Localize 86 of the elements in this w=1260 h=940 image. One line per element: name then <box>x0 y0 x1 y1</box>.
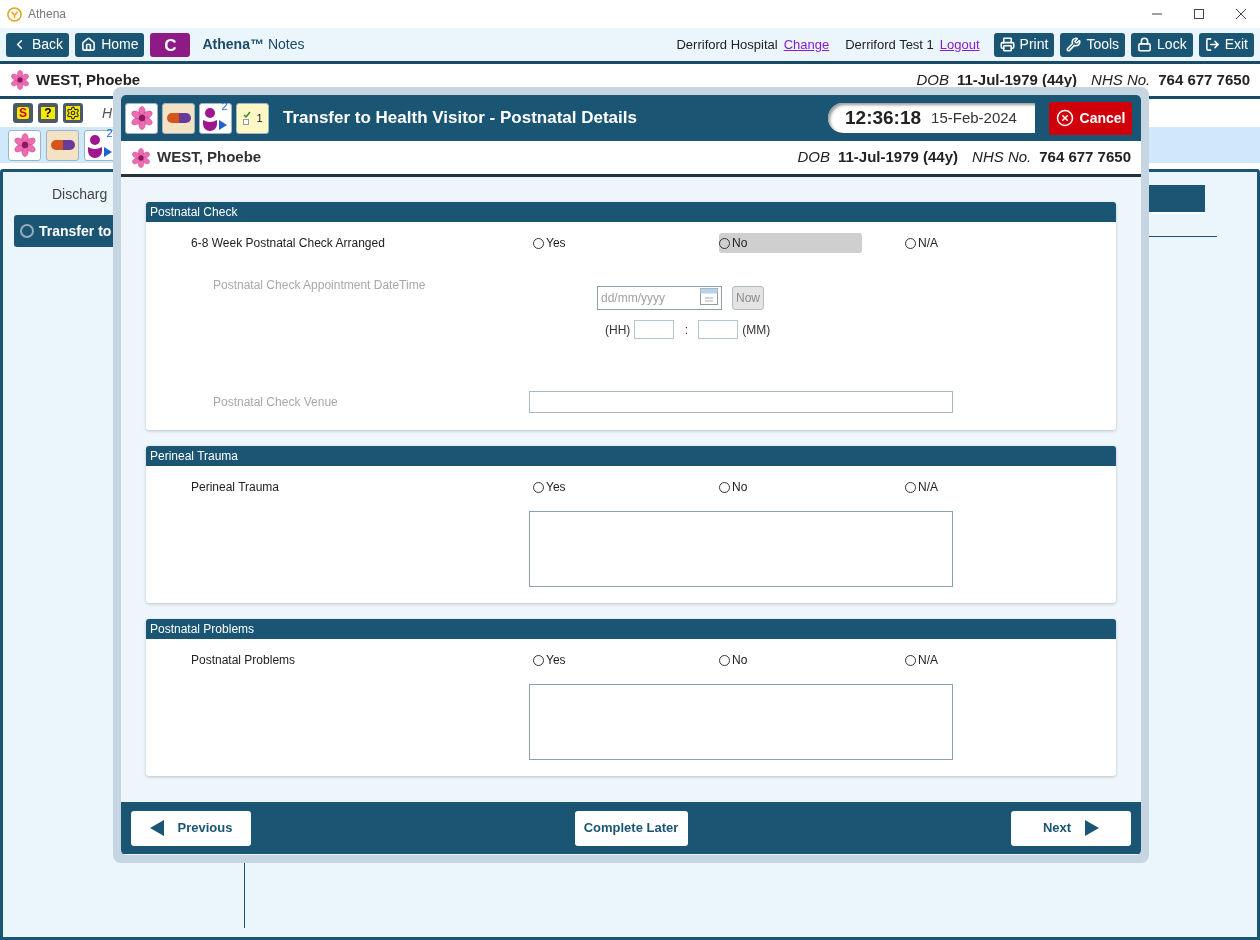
flower-icon <box>129 106 154 130</box>
toolbar-icon-button[interactable] <box>8 129 41 161</box>
app-logo-icon <box>7 6 22 22</box>
field-label: Postnatal Check Venue <box>212 394 339 411</box>
field-label: Postnatal Check Appointment DateTime <box>212 277 427 294</box>
wrench-icon <box>1066 37 1082 52</box>
capsule-icon <box>49 139 76 151</box>
dob-label: DOB <box>797 147 830 168</box>
printer-icon <box>999 37 1015 52</box>
nhs-number: 764 677 7650 <box>1039 147 1131 168</box>
hospital-name: Derriford Hospital <box>676 35 778 54</box>
date-of-birth: 11-Jul-1979 (44y) <box>956 69 1078 90</box>
toolbar-icon-button[interactable] <box>162 102 195 134</box>
flower-icon <box>12 133 37 157</box>
section-header: Postnatal Problems <box>146 619 1116 639</box>
change-link[interactable]: Change <box>783 34 830 55</box>
window-title: Athena <box>28 6 67 23</box>
date-of-birth: 11-Jul-1979 (44y) <box>837 147 959 168</box>
radio-option[interactable]: N/A <box>905 477 938 497</box>
notes-textarea[interactable] <box>529 511 953 587</box>
help-button[interactable]: ? <box>38 103 58 123</box>
current-time: 12:36:18 <box>845 105 922 130</box>
next-button[interactable]: Next <box>1011 810 1131 846</box>
time-separator: : <box>683 321 689 339</box>
lock-icon <box>1137 37 1153 52</box>
home-icon <box>81 37 97 52</box>
header-text: H <box>102 103 113 123</box>
sign-button[interactable]: S <box>13 103 33 123</box>
tools-button[interactable]: Tools <box>1060 32 1126 57</box>
radio-option[interactable]: Yes <box>533 477 566 497</box>
close-circle-icon <box>1055 109 1074 127</box>
back-button[interactable]: Back <box>6 32 70 57</box>
section-heading: Discharg <box>52 185 109 204</box>
patient-name: WEST, Phoebe <box>157 147 262 168</box>
checklist-icon <box>242 111 251 125</box>
dialog-title: Transfer to Health Visitor - Postnatal Details <box>283 107 637 130</box>
radio-option[interactable]: No <box>719 233 862 253</box>
user-name: Derriford Test 1 <box>845 35 934 54</box>
home-button[interactable]: Home <box>75 32 145 57</box>
previous-button[interactable]: Previous <box>131 810 251 846</box>
count-label: 1 <box>256 112 263 124</box>
triangle-left-icon <box>149 820 164 836</box>
lock-button[interactable]: Lock <box>1131 32 1193 57</box>
maximize-icon[interactable] <box>1193 8 1205 20</box>
flower-icon <box>10 70 30 90</box>
toolbar-icon-button[interactable]: 1 <box>236 102 269 134</box>
count-label: 2 <box>106 128 113 139</box>
exit-icon <box>1204 37 1220 52</box>
app-subtitle: Notes <box>267 35 305 54</box>
nhs-number-label: NHS No. <box>1091 69 1151 90</box>
toolbar-icon-button[interactable]: 2 <box>199 102 232 134</box>
app-name: Athena™ <box>202 35 264 54</box>
field-label: 6-8 Week Postnatal Check Arranged <box>190 235 386 252</box>
exit-button[interactable]: Exit <box>1198 32 1254 57</box>
radio-option[interactable]: N/A <box>905 233 938 253</box>
hours-label: (HH) <box>605 321 631 339</box>
logout-link[interactable]: Logout <box>939 34 980 55</box>
nhs-number-label: NHS No. <box>972 147 1032 168</box>
triangle-right-icon <box>1085 820 1100 836</box>
dob-label: DOB <box>916 69 949 90</box>
current-date: 15-Feb-2024 <box>931 107 1017 128</box>
field-label: Postnatal Problems <box>190 652 297 669</box>
radio-option[interactable]: Yes <box>533 650 566 670</box>
radio-option[interactable]: No <box>719 650 748 670</box>
field-label: Perineal Trauma <box>190 479 281 496</box>
close-icon[interactable] <box>1235 8 1247 20</box>
flower-icon <box>131 147 151 168</box>
c-button[interactable]: C <box>150 32 191 57</box>
settings-button[interactable] <box>63 103 83 123</box>
complete-later-button[interactable]: Complete Later <box>574 810 688 846</box>
section-header: Perineal Trauma <box>146 446 1116 466</box>
radio-option[interactable]: N/A <box>905 650 938 670</box>
toolbar-icon-button[interactable] <box>46 129 79 161</box>
minutes-label: (MM) <box>742 321 771 339</box>
print-button[interactable]: Print <box>993 32 1055 57</box>
patient-name: WEST, Phoebe <box>36 69 141 90</box>
capsule-icon <box>165 112 192 124</box>
section-header: Postnatal Check <box>146 202 1116 222</box>
nhs-number: 764 677 7650 <box>1158 69 1250 90</box>
calendar-icon <box>700 288 718 305</box>
toolbar-icon-button[interactable] <box>125 102 158 134</box>
count-label: 2 <box>221 101 228 112</box>
radio-option[interactable]: Yes <box>533 233 566 253</box>
notes-textarea[interactable] <box>529 684 953 760</box>
cancel-button[interactable]: Cancel <box>1049 101 1132 135</box>
radio-option[interactable]: No <box>719 477 748 497</box>
